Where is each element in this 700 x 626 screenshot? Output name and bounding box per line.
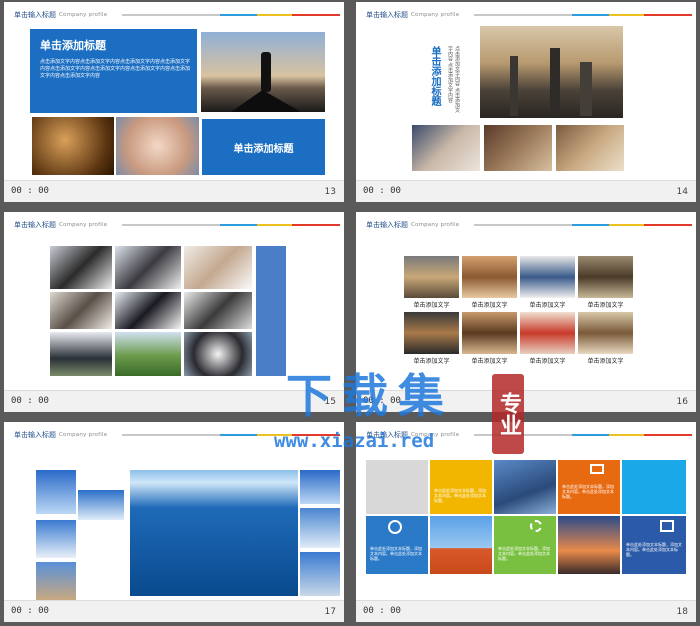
grid-photo-7 (50, 332, 112, 376)
grid-photo-6 (184, 292, 252, 329)
shelf-photo-6 (462, 312, 517, 354)
sky-photo-3 (36, 520, 76, 558)
navy-tile: 单击此处添加文本标题，添加文本内容。单击此处添加文本标题。 (622, 516, 686, 574)
sculpture-photo (430, 516, 492, 574)
slide-footer: 00 : 00 18 (356, 600, 696, 622)
time-label: 00 : 00 (363, 186, 401, 196)
shelf-photo-1 (404, 256, 459, 298)
header-rule (122, 224, 340, 226)
slide-number: 16 (676, 397, 688, 407)
monitor-icon (590, 464, 604, 474)
chess-photo (32, 117, 114, 175)
shelf-photo-3 (520, 256, 575, 298)
shelf-photo-4 (578, 256, 633, 298)
caption-7: 单击添加文字 (529, 358, 566, 365)
slide-header: 单击输入标题 Company profile (366, 431, 460, 439)
shelf-photo-5 (404, 312, 459, 354)
header-rule (474, 434, 692, 436)
city-photo (480, 26, 623, 118)
slide-footer: 00 : 00 17 (4, 600, 344, 622)
slide-17[interactable]: 单击输入标题 Company profile 00 : 00 17 (4, 422, 344, 622)
time-label: 00 : 00 (363, 396, 401, 406)
slide-15[interactable]: 单击输入标题 Company profile 00 : 00 15 (4, 212, 344, 412)
slide-footer: 00 : 00 13 (4, 180, 344, 202)
sky-photo-5 (300, 470, 340, 504)
grid-photo-2 (115, 246, 181, 289)
chart-icon (660, 520, 674, 532)
sky-photo-7 (300, 552, 340, 596)
rowing-photo (130, 470, 298, 596)
sky-photo-1 (36, 470, 76, 514)
title-block-2: 单击添加标题 (202, 119, 325, 175)
yellow-tile: 单击此处添加文本标题，添加文本内容。单击此处添加文本标题。 (430, 460, 492, 514)
shelf-photo-7 (520, 312, 575, 354)
time-label: 00 : 00 (11, 186, 49, 196)
slide-14[interactable]: 单击输入标题 Company profile 单击添加标题 点击添加文字内容 点… (356, 2, 696, 202)
meeting-photo-1 (412, 125, 480, 171)
vertical-title: 单击添加标题 (429, 46, 440, 106)
summit-photo (201, 32, 325, 112)
slide-footer: 00 : 00 14 (356, 180, 696, 202)
building-photo (494, 460, 556, 514)
blue-tile: 单击此处添加文本标题，添加文本内容。单击此处添加文本标题。 (366, 516, 428, 574)
slide-header: 单击输入标题 Company profile (14, 221, 108, 229)
slide-18[interactable]: 单击输入标题 Company profile 单击此处添加文本标题，添加文本内容… (356, 422, 696, 622)
meeting-photo-3 (556, 125, 624, 171)
gray-tile (366, 460, 428, 514)
globe-icon (388, 520, 402, 534)
grid-photo-1 (50, 246, 112, 289)
grid-photo-5 (115, 292, 181, 329)
cyan-tile (622, 460, 686, 514)
slide-header: 单击输入标题 Company profile (366, 11, 460, 19)
caption-6: 单击添加文字 (471, 358, 508, 365)
slide-header: 单击输入标题 Company profile (14, 11, 108, 19)
grid-photo-9 (184, 332, 252, 376)
title-block: 单击添加标题 点击添加文字内容点击添加文字内容点击添加文字内容点击添加文字内容点… (30, 29, 197, 113)
slide-footer: 00 : 00 16 (356, 390, 696, 412)
slide-number: 13 (324, 187, 336, 197)
time-label: 00 : 00 (11, 396, 49, 406)
slide-body: 点击添加文字内容点击添加文字内容点击添加文字内容点击添加文字内容点击添加文字内容… (40, 59, 191, 79)
caption-1: 单击添加文字 (413, 302, 450, 309)
slide-header: 单击输入标题 Company profile (14, 431, 108, 439)
slide-16[interactable]: 单击输入标题 Company profile 单击添加文字 单击添加文字 单击添… (356, 212, 696, 412)
sky-photo-2 (78, 490, 124, 520)
header-rule (474, 224, 692, 226)
hands-photo (116, 117, 199, 175)
sky-photo-6 (300, 508, 340, 548)
header-rule (474, 14, 692, 16)
shelf-photo-8 (578, 312, 633, 354)
slide-number: 15 (324, 397, 336, 407)
slide-heading: 单击添加标题 (40, 39, 106, 52)
climber-photo (558, 516, 620, 574)
slide-number: 18 (676, 607, 688, 617)
orange-tile: 单击此处添加文本标题，添加文本内容。单击此处添加文本标题。 (558, 460, 620, 514)
sky-photo-4 (36, 562, 76, 600)
slide-13[interactable]: 单击输入标题 Company profile 单击添加标题 点击添加文字内容点击… (4, 2, 344, 202)
grid-photo-4 (50, 292, 112, 329)
slide-number: 14 (676, 187, 688, 197)
caption-3: 单击添加文字 (529, 302, 566, 309)
time-label: 00 : 00 (363, 606, 401, 616)
meeting-photo-2 (484, 125, 552, 171)
vertical-text: 点击添加文字内容 点击添加文字内容 点击添加文字内容 (447, 46, 460, 113)
slide-footer: 00 : 00 15 (4, 390, 344, 412)
gears-icon (530, 520, 542, 532)
caption-4: 单击添加文字 (587, 302, 624, 309)
header-rule (122, 14, 340, 16)
green-tile: 单击此处添加文本标题，添加文本内容。单击此处添加文本标题。 (494, 516, 556, 574)
shelf-photo-2 (462, 256, 517, 298)
grid-photo-8 (115, 332, 181, 376)
slide-number: 17 (324, 607, 336, 617)
grid-photo-3 (184, 246, 252, 289)
caption-8: 单击添加文字 (587, 358, 624, 365)
slide-header: 单击输入标题 Company profile (366, 221, 460, 229)
time-label: 00 : 00 (11, 606, 49, 616)
caption-2: 单击添加文字 (471, 302, 508, 309)
caption-5: 单击添加文字 (413, 358, 450, 365)
blue-bar (256, 246, 286, 376)
header-rule (122, 434, 340, 436)
